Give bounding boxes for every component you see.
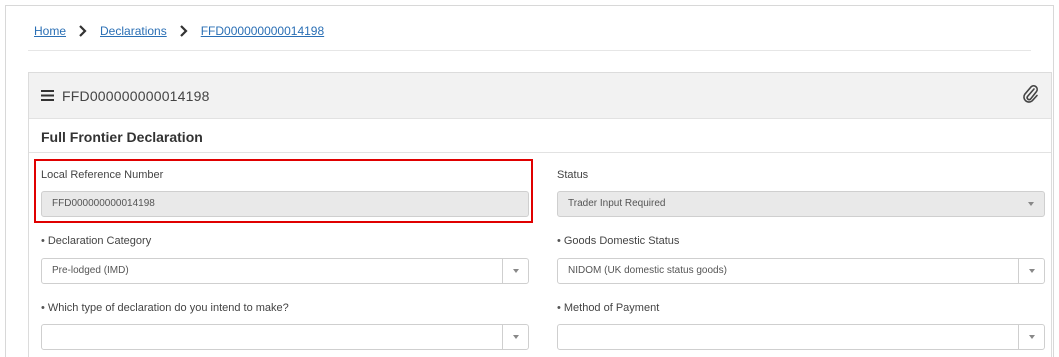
declaration-type-select[interactable] — [41, 324, 529, 350]
status-select[interactable]: Trader Input Required — [557, 191, 1045, 217]
goods-domestic-status-select[interactable]: NIDOM (UK domestic status goods) — [557, 258, 1045, 284]
caret-down-icon — [1018, 259, 1044, 283]
chevron-right-icon — [176, 25, 192, 37]
required-mark: • — [41, 302, 45, 314]
goods-domestic-status-value: NIDOM (UK domestic status goods) — [568, 265, 727, 276]
declaration-type-label-text: Which type of declaration do you intend … — [47, 302, 289, 314]
section-divider — [29, 152, 1051, 153]
highlight-box — [34, 159, 533, 223]
status-label: Status — [557, 169, 589, 181]
menu-icon[interactable] — [41, 89, 54, 102]
declaration-category-label-text: Declaration Category — [47, 235, 152, 247]
caret-down-icon — [1018, 192, 1044, 216]
panel-header: FFD000000000014198 — [29, 73, 1051, 119]
goods-domestic-status-label-text: Goods Domestic Status — [563, 235, 680, 247]
paperclip-icon[interactable] — [1021, 84, 1039, 104]
method-of-payment-select[interactable] — [557, 324, 1045, 350]
breadcrumb-declarations-link[interactable]: Declarations — [100, 24, 167, 38]
declaration-category-label: • Declaration Category — [41, 235, 151, 247]
breadcrumb-home-link[interactable]: Home — [34, 24, 66, 38]
declaration-category-value: Pre-lodged (IMD) — [52, 265, 129, 276]
caret-down-icon — [502, 259, 528, 283]
required-mark: • — [41, 235, 45, 247]
breadcrumb-divider — [28, 50, 1031, 51]
section-title: Full Frontier Declaration — [41, 129, 203, 145]
app-frame: Home Declarations FFD000000000014198 FFD… — [5, 5, 1054, 357]
caret-down-icon — [502, 325, 528, 349]
caret-down-icon — [1018, 325, 1044, 349]
panel-title: FFD000000000014198 — [62, 88, 210, 104]
required-mark: • — [557, 235, 561, 247]
declaration-type-label: • Which type of declaration do you intend… — [41, 302, 289, 314]
method-of-payment-label-text: Method of Payment — [563, 302, 660, 314]
goods-domestic-status-label: • Goods Domestic Status — [557, 235, 679, 247]
status-value: Trader Input Required — [568, 198, 666, 209]
method-of-payment-label: • Method of Payment — [557, 302, 659, 314]
declaration-category-select[interactable]: Pre-lodged (IMD) — [41, 258, 529, 284]
breadcrumb: Home Declarations FFD000000000014198 — [34, 24, 324, 38]
required-mark: • — [557, 302, 561, 314]
declaration-panel: FFD000000000014198 Full Frontier Declara… — [28, 72, 1052, 357]
breadcrumb-current-link[interactable]: FFD000000000014198 — [201, 24, 324, 38]
chevron-right-icon — [75, 25, 91, 37]
